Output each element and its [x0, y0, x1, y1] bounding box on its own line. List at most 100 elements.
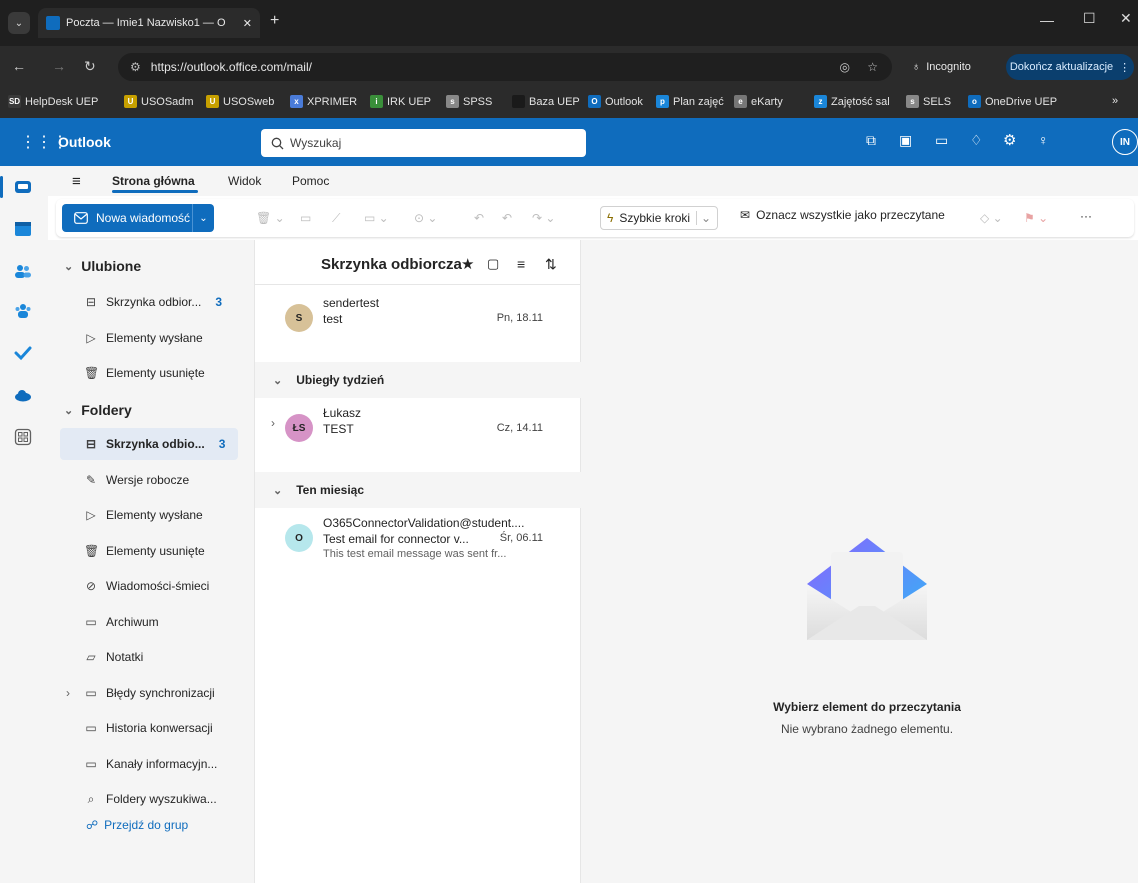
- folder-item[interactable]: ⌕ Foldery wyszukiwa...: [60, 783, 238, 815]
- tab-help[interactable]: Pomoc: [292, 174, 329, 188]
- quick-steps-dropdown[interactable]: ⌄: [696, 211, 711, 225]
- minimize-icon[interactable]: —: [1040, 12, 1054, 28]
- sweep-icon[interactable]: ⟋: [332, 208, 340, 228]
- filter-icon[interactable]: ≡: [517, 256, 525, 272]
- folder-item[interactable]: ▭ Kanały informacyjn...: [60, 748, 238, 780]
- url-field[interactable]: ⚙ https://outlook.office.com/mail/ ◎ ☆: [118, 53, 892, 81]
- bookmark-icon: U: [124, 95, 137, 108]
- avatar[interactable]: IN: [1112, 129, 1138, 155]
- report-icon[interactable]: ⊙ ⌄: [414, 208, 437, 228]
- reload-icon[interactable]: ↻: [84, 58, 96, 75]
- folder-item[interactable]: ⊟ Skrzynka odbio... 3: [60, 428, 238, 460]
- app-rail: [0, 166, 48, 883]
- browser-tab[interactable]: Poczta — Imie1 Nazwisko1 — O ✕: [38, 8, 260, 38]
- bookmark-item[interactable]: U USOSadm: [124, 95, 194, 108]
- bookmark-item[interactable]: x XPRIMER: [290, 95, 357, 108]
- incognito-badge[interactable]: ♁ Incognito: [912, 55, 971, 79]
- bookmark-item[interactable]: i IRK UEP: [370, 95, 431, 108]
- bookmark-item[interactable]: z Zajętość sal: [814, 95, 890, 108]
- onedrive-icon[interactable]: [14, 386, 34, 406]
- address-bar-row: ← → ↻ ⚙ https://outlook.office.com/mail/…: [0, 46, 1138, 88]
- gear-icon[interactable]: ⚙: [1003, 131, 1016, 149]
- forward-icon[interactable]: →: [52, 58, 66, 74]
- bookmark-item[interactable]: o OneDrive UEP: [968, 95, 1057, 108]
- favorites-header[interactable]: ⌄ Ulubione: [64, 258, 141, 274]
- reply-icon[interactable]: ↶: [474, 208, 484, 228]
- folders-header[interactable]: ⌄ Foldery: [64, 402, 132, 418]
- people-icon[interactable]: [14, 262, 34, 282]
- quick-steps-button[interactable]: ϟ Szybkie kroki ⌄: [600, 206, 719, 230]
- folder-item[interactable]: ▭ Historia konwersacji: [60, 712, 238, 744]
- bookmark-item[interactable]: s SELS: [906, 95, 951, 108]
- folder-item[interactable]: ▷ Elementy wysłane: [60, 322, 238, 354]
- site-info-icon[interactable]: ⚙: [130, 60, 141, 74]
- maximize-icon[interactable]: ☐: [1083, 10, 1096, 27]
- folder-item[interactable]: ▱ Notatki: [60, 641, 238, 673]
- star-icon[interactable]: ☆: [867, 60, 878, 74]
- calendar-icon[interactable]: [14, 220, 34, 240]
- folder-item[interactable]: 🗑︎ Elementy usunięte: [60, 357, 238, 389]
- mark-all-read-button[interactable]: ✉ Oznacz wszystkie jako przeczytane: [740, 208, 945, 222]
- folder-item[interactable]: ⊘ Wiadomości-śmieci: [60, 570, 238, 602]
- group-header-this-month[interactable]: ⌄ Ten miesiąc: [255, 472, 581, 508]
- archive-icon[interactable]: ▭: [300, 208, 311, 228]
- more-options-button[interactable]: ···: [1080, 209, 1092, 223]
- chevron-right-icon[interactable]: ›: [271, 416, 275, 430]
- bookmark-item[interactable]: O Outlook: [588, 95, 643, 108]
- folder-item[interactable]: › ▭ Błędy synchronizacji: [60, 677, 238, 709]
- hamburger-icon[interactable]: ≡: [72, 173, 81, 190]
- mail-icon[interactable]: [14, 178, 34, 198]
- select-mode-icon[interactable]: ▢: [487, 256, 499, 272]
- bookmark-item[interactable]: e eKarty: [734, 95, 783, 108]
- more-bookmarks-icon[interactable]: »: [1112, 95, 1118, 107]
- new-message-button[interactable]: Nowa wiadomość ⌄: [62, 204, 214, 232]
- chat-icon[interactable]: ⧉: [866, 132, 876, 149]
- favorite-star-icon[interactable]: ★: [461, 255, 474, 273]
- close-window-icon[interactable]: ✕: [1120, 10, 1132, 27]
- close-tab-icon[interactable]: ✕: [243, 17, 252, 30]
- ribbon-toolbar: Nowa wiadomość ⌄ 🗑︎ ⌄ ▭ ⟋ ▭ ⌄ ⊙ ⌄ ↶ ↶ ↷ …: [56, 199, 1134, 237]
- note-icon[interactable]: ▭: [935, 132, 948, 149]
- lightbulb-icon[interactable]: ♀: [1038, 132, 1049, 148]
- bookmark-item[interactable]: Baza UEP: [512, 95, 580, 108]
- folder-item[interactable]: ▷ Elementy wysłane: [60, 499, 238, 531]
- folder-item[interactable]: ▭ Archiwum: [60, 606, 238, 638]
- new-tab-button[interactable]: +: [270, 12, 279, 30]
- bookmark-item[interactable]: s SPSS: [446, 95, 492, 108]
- delete-icon[interactable]: 🗑︎ ⌄: [256, 208, 285, 228]
- folder-item[interactable]: ✎ Wersje robocze: [60, 464, 238, 496]
- message-row[interactable]: O O365ConnectorValidation@student.... Test…: [255, 516, 581, 592]
- go-to-groups-link[interactable]: ☍ Przejdź do grup: [86, 818, 188, 832]
- back-icon[interactable]: ←: [12, 58, 26, 74]
- reply-all-icon[interactable]: ↶: [502, 208, 512, 228]
- tag-icon[interactable]: ◇ ⌄: [980, 208, 1003, 228]
- message-row[interactable]: › ŁS Łukasz TEST Cz, 14.11: [255, 406, 581, 482]
- tab-view[interactable]: Widok: [228, 174, 261, 188]
- bookmark-item[interactable]: SD HelpDesk UEP: [8, 95, 98, 108]
- tab-search-button[interactable]: ⌄: [8, 12, 30, 34]
- chevron-right-icon[interactable]: ›: [66, 686, 70, 700]
- bookmark-label: SELS: [923, 95, 952, 108]
- group-header-last-week[interactable]: ⌄ Ubiegły tydzień: [255, 362, 581, 398]
- eye-off-icon[interactable]: ◎: [840, 60, 850, 74]
- bell-icon[interactable]: ♢: [970, 132, 983, 149]
- sort-icon[interactable]: ⇅: [545, 256, 557, 273]
- office-icon[interactable]: ▣: [899, 132, 912, 149]
- flag-icon[interactable]: ⚑ ⌄: [1024, 208, 1048, 228]
- bookmark-item[interactable]: U USOSweb: [206, 95, 274, 108]
- move-icon[interactable]: ▭ ⌄: [364, 208, 389, 228]
- message-row[interactable]: Ssendertest test Pn, 18.11: [255, 296, 581, 372]
- forward-mail-icon[interactable]: ↷ ⌄: [532, 208, 555, 228]
- new-message-dropdown[interactable]: ⌄: [192, 204, 214, 232]
- tab-home[interactable]: Strona główna: [112, 174, 195, 188]
- app-name[interactable]: Outlook: [58, 134, 111, 150]
- todo-icon[interactable]: [14, 344, 34, 364]
- folder-item[interactable]: ⊟ Skrzynka odbior... 3: [60, 286, 238, 318]
- bookmark-item[interactable]: p Plan zajęć: [656, 95, 724, 108]
- more-apps-icon[interactable]: [14, 428, 34, 448]
- groups-icon[interactable]: [14, 302, 34, 322]
- update-button[interactable]: Dokończ aktualizacje ⋮: [1006, 54, 1134, 80]
- search-input[interactable]: Wyszukaj: [261, 129, 586, 157]
- folder-item[interactable]: 🗑︎ Elementy usunięte: [60, 535, 238, 567]
- search-icon: [271, 137, 284, 150]
